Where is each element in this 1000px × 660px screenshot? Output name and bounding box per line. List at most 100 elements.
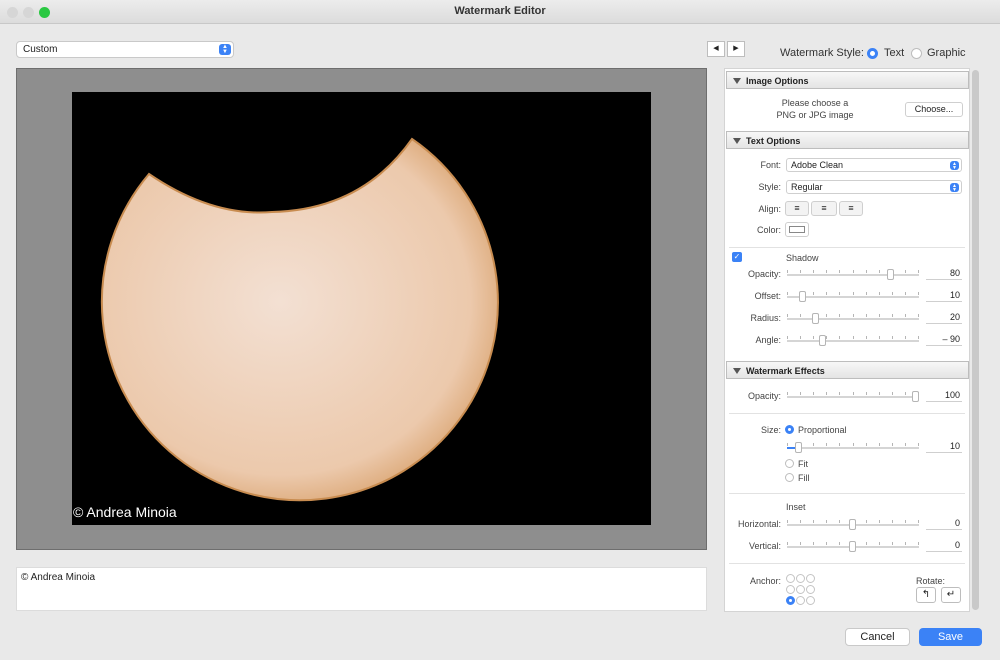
rotate-label: Rotate: bbox=[916, 576, 946, 586]
slider-tick bbox=[800, 336, 801, 339]
slider-tick bbox=[839, 292, 840, 295]
shadow-radius-slider[interactable] bbox=[787, 313, 919, 324]
vertical-field[interactable]: 0 bbox=[926, 540, 962, 552]
style-text-radio[interactable] bbox=[867, 48, 878, 59]
slider-thumb[interactable] bbox=[887, 269, 894, 280]
slider-thumb[interactable] bbox=[795, 442, 802, 453]
triangle-left-icon: ◀ bbox=[713, 45, 719, 52]
slider-tick bbox=[866, 270, 867, 273]
slider-tick bbox=[853, 443, 854, 446]
slider-tick bbox=[879, 314, 880, 317]
anchor-top-center[interactable] bbox=[796, 574, 805, 583]
vertical-label: Vertical: bbox=[748, 541, 781, 551]
style-label: Style: bbox=[758, 182, 781, 192]
inset-label: Inset bbox=[786, 502, 806, 512]
slider-tick bbox=[839, 520, 840, 523]
watermark-effects-header[interactable]: Watermark Effects bbox=[726, 361, 969, 379]
style-graphic-label: Graphic bbox=[927, 47, 966, 59]
divider bbox=[729, 247, 965, 248]
font-dropdown[interactable]: Adobe Clean ▲ ▼ bbox=[786, 158, 962, 172]
slider-tick bbox=[892, 336, 893, 339]
panel-scrollbar[interactable] bbox=[972, 70, 979, 610]
shadow-opacity-field[interactable]: 80 bbox=[926, 268, 962, 280]
anchor-center[interactable] bbox=[796, 585, 805, 594]
size-slider[interactable] bbox=[787, 442, 919, 453]
size-fit-radio[interactable] bbox=[785, 459, 794, 468]
shadow-radius-field[interactable]: 20 bbox=[926, 312, 962, 324]
slider-tick bbox=[892, 542, 893, 545]
slider-tick bbox=[839, 270, 840, 273]
slider-thumb[interactable] bbox=[849, 541, 856, 552]
next-image-button[interactable]: ▶ bbox=[727, 41, 745, 57]
options-panel: Image Options Please choose a PNG or JPG… bbox=[724, 68, 970, 612]
size-fill-radio[interactable] bbox=[785, 473, 794, 482]
align-left-button[interactable]: ≡ bbox=[785, 201, 809, 216]
previous-image-button[interactable]: ◀ bbox=[707, 41, 725, 57]
anchor-top-right[interactable] bbox=[806, 574, 815, 583]
style-value: Regular bbox=[791, 182, 823, 192]
shadow-offset-slider[interactable] bbox=[787, 291, 919, 302]
save-button[interactable]: Save bbox=[919, 628, 982, 646]
slider-tick bbox=[892, 520, 893, 523]
text-options-header[interactable]: Text Options bbox=[726, 131, 969, 149]
slider-tick bbox=[879, 542, 880, 545]
shadow-checkbox[interactable]: ✓ bbox=[732, 252, 742, 262]
cancel-button[interactable]: Cancel bbox=[845, 628, 910, 646]
vertical-slider[interactable] bbox=[787, 541, 919, 552]
align-label: Align: bbox=[758, 204, 781, 214]
slider-tick bbox=[839, 542, 840, 545]
chevron-updown-icon: ▲ ▼ bbox=[219, 44, 231, 55]
watermark-text-input[interactable]: © Andrea Minoia bbox=[16, 567, 707, 611]
shadow-opacity-label: Opacity: bbox=[747, 269, 781, 279]
anchor-bottom-left[interactable] bbox=[786, 596, 795, 605]
choose-image-button[interactable]: Choose... bbox=[905, 102, 963, 117]
slider-tick bbox=[787, 520, 788, 523]
slider-thumb[interactable] bbox=[819, 335, 826, 346]
anchor-middle-left[interactable] bbox=[786, 585, 795, 594]
slider-thumb[interactable] bbox=[812, 313, 819, 324]
shadow-angle-field[interactable]: – 90 bbox=[926, 334, 962, 346]
horizontal-slider[interactable] bbox=[787, 519, 919, 530]
slider-tick bbox=[918, 292, 919, 295]
slider-fill bbox=[787, 447, 795, 449]
slider-tick bbox=[853, 314, 854, 317]
rotate-left-button[interactable]: ↰ bbox=[916, 587, 936, 603]
horizontal-label: Horizontal: bbox=[737, 519, 781, 529]
size-proportional-radio[interactable] bbox=[785, 425, 794, 434]
slider-tick bbox=[853, 336, 854, 339]
style-dropdown[interactable]: Regular ▲ ▼ bbox=[786, 180, 962, 194]
slider-tick bbox=[787, 336, 788, 339]
horizontal-field[interactable]: 0 bbox=[926, 518, 962, 530]
anchor-bottom-right[interactable] bbox=[806, 596, 815, 605]
style-graphic-radio[interactable] bbox=[911, 48, 922, 59]
align-right-button[interactable]: ≡ bbox=[839, 201, 863, 216]
slider-thumb[interactable] bbox=[849, 519, 856, 530]
anchor-bottom-center[interactable] bbox=[796, 596, 805, 605]
sun-eclipse-image bbox=[100, 137, 499, 502]
shadow-offset-field[interactable]: 10 bbox=[926, 290, 962, 302]
effects-opacity-field[interactable]: 100 bbox=[926, 390, 962, 402]
effects-opacity-label: Opacity: bbox=[747, 391, 781, 401]
slider-tick bbox=[800, 270, 801, 273]
align-center-button[interactable]: ≡ bbox=[811, 201, 837, 216]
align-left-icon: ≡ bbox=[794, 203, 800, 213]
window-title: Watermark Editor bbox=[454, 5, 546, 17]
preset-dropdown[interactable]: Custom ▲ ▼ bbox=[16, 41, 234, 58]
slider-tick bbox=[879, 392, 880, 395]
anchor-top-left[interactable] bbox=[786, 574, 795, 583]
shadow-opacity-slider[interactable] bbox=[787, 269, 919, 280]
anchor-middle-right[interactable] bbox=[806, 585, 815, 594]
color-swatch-button[interactable] bbox=[785, 222, 809, 237]
shadow-angle-slider[interactable] bbox=[787, 335, 919, 346]
image-options-header[interactable]: Image Options bbox=[726, 71, 969, 89]
divider bbox=[729, 563, 965, 564]
preview-photo: © Andrea Minoia bbox=[72, 92, 651, 525]
slider-thumb[interactable] bbox=[912, 391, 919, 402]
slider-tick bbox=[787, 542, 788, 545]
size-field[interactable]: 10 bbox=[926, 441, 962, 453]
rotate-right-button[interactable]: ↵ bbox=[941, 587, 961, 603]
chevron-updown-icon: ▲ ▼ bbox=[950, 161, 959, 171]
slider-thumb[interactable] bbox=[799, 291, 806, 302]
effects-opacity-slider[interactable] bbox=[787, 391, 919, 402]
style-text-label: Text bbox=[884, 47, 905, 59]
